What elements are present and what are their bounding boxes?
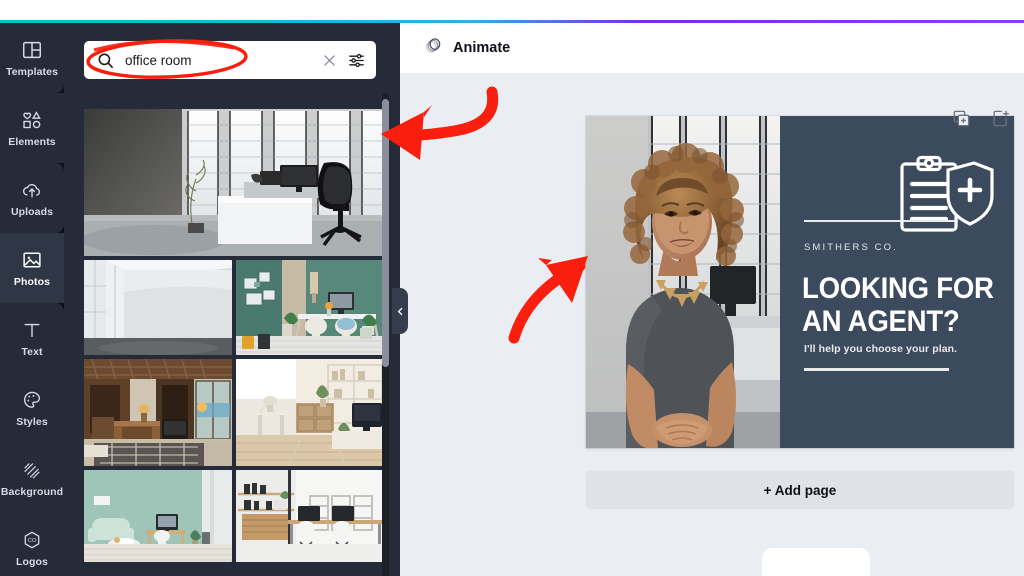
window-top-margin [0,0,1024,20]
sidebar-item-elements[interactable]: Elements [0,93,64,163]
design-rule-top [804,220,958,222]
animate-button-label: Animate [453,40,511,56]
elements-icon [21,109,43,131]
panel-scrollbar-thumb[interactable] [382,99,389,367]
background-icon [21,459,43,481]
sidebar-item-templates[interactable]: Templates [0,23,64,93]
sidebar-item-styles[interactable]: Styles [0,373,64,443]
page-tools [952,109,1010,128]
sidebar-item-label: Elements [8,135,56,148]
sidebar-item-label: Background [0,485,64,498]
search-icon [96,51,115,70]
animate-button[interactable]: Animate [414,30,519,66]
design-rule-bottom [804,368,949,371]
templates-icon [21,39,43,61]
left-sidebar: Templates Elements Uploads Photos Text S… [0,23,64,576]
photo-thumbnail[interactable] [236,470,384,562]
design-subtitle: I'll help you choose your plan. [804,343,958,355]
design-text-panel[interactable]: SMITHERS CO. LOOKING FOR AN AGENT? I'll … [780,116,1014,448]
design-headline-line1: LOOKING FOR [802,272,994,305]
photos-icon [21,249,43,271]
duplicate-page-icon[interactable] [952,109,971,128]
editor-area: Animate SMITHERS CO. LOOKING FOR AN AGEN… [400,23,1024,576]
photo-row [84,109,384,256]
design-page[interactable]: SMITHERS CO. LOOKING FOR AN AGENT? I'll … [586,116,1014,448]
photo-row [84,260,384,355]
photo-thumbnail[interactable] [84,260,232,355]
search-bar[interactable] [84,41,376,79]
photo-row [84,470,384,562]
sidebar-item-label: Uploads [10,205,54,218]
sidebar-item-label: Photos [13,275,51,288]
sidebar-item-label: Logos [16,555,48,568]
uploads-icon [21,179,43,201]
design-headline: LOOKING FOR AN AGENT? [802,272,1000,338]
photo-thumbnail[interactable] [236,260,384,355]
add-page-label: + Add page [763,482,837,498]
photo-thumbnail[interactable] [236,359,384,466]
styles-icon [21,389,43,411]
next-page-partial[interactable] [762,548,870,576]
photo-thumbnail[interactable] [84,109,384,256]
photo-thumbnail[interactable] [84,359,232,466]
sidebar-item-background[interactable]: Background [0,443,64,513]
canva-editor-window: Templates Elements Uploads Photos Text S… [0,0,1024,576]
sidebar-item-label: Templates [5,65,59,78]
logos-icon: CO [21,529,43,551]
text-icon [21,319,43,341]
animate-rings-icon [423,35,444,61]
add-page-icon[interactable] [991,109,1010,128]
search-input[interactable] [115,52,321,68]
svg-text:CO: CO [28,538,37,544]
sidebar-item-text[interactable]: Text [0,303,64,373]
photos-grid [84,109,384,576]
close-icon[interactable] [321,52,338,69]
editor-toolbar: Animate [400,23,1024,73]
clipboard-shield-cross-icon [896,154,996,240]
brand-gradient-strip [0,20,1024,23]
design-photo[interactable] [586,116,780,448]
photo-row [84,359,384,466]
design-brand: SMITHERS CO. [804,242,898,253]
filter-sliders-icon[interactable] [347,51,366,70]
sidebar-item-label: Styles [16,415,48,428]
collapse-panel-handle[interactable] [392,288,408,334]
add-page-button[interactable]: + Add page [586,471,1014,509]
sidebar-item-logos[interactable]: CO Logos [0,513,64,576]
chevron-left-icon [397,307,402,315]
sidebar-item-photos[interactable]: Photos [0,233,64,303]
photos-panel [64,23,400,576]
sidebar-item-label: Text [21,345,43,358]
sidebar-item-uploads[interactable]: Uploads [0,163,64,233]
photo-thumbnail[interactable] [84,470,232,562]
design-headline-line2: AN AGENT? [802,305,960,338]
